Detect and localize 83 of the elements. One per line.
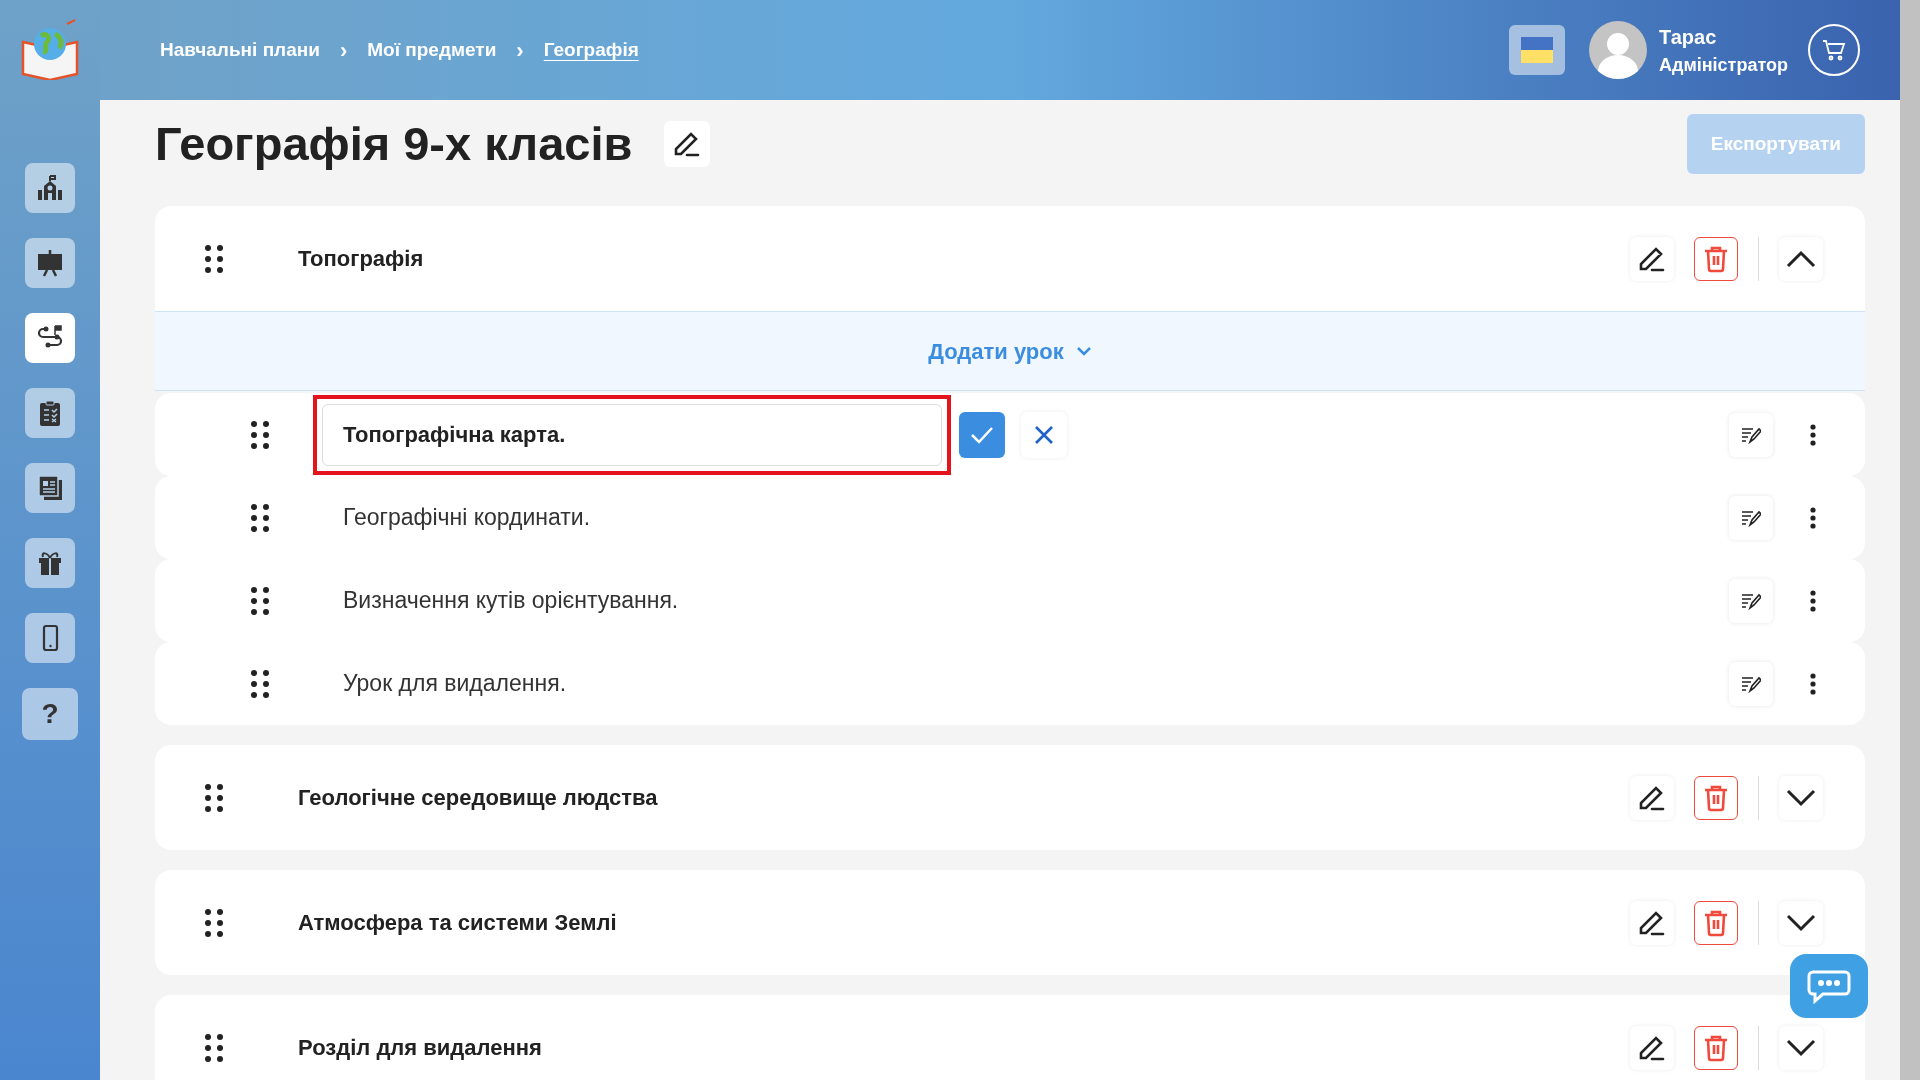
page-title: Географія 9-х класів — [155, 115, 633, 172]
trash-icon — [1703, 783, 1729, 812]
notes-pencil-icon — [1741, 425, 1761, 444]
breadcrumb-link[interactable]: Географія — [543, 35, 639, 65]
cart-icon — [1822, 39, 1846, 61]
globe-book-logo[interactable] — [19, 18, 81, 80]
lesson-title-field[interactable]: Топографічна карта. — [322, 403, 942, 466]
chevron-down-icon — [1786, 1038, 1816, 1057]
trash-icon — [1703, 908, 1729, 937]
edit-section-button[interactable] — [1630, 900, 1674, 945]
drag-handle-icon[interactable] — [205, 907, 223, 938]
sidebar-item[interactable]: ? — [22, 688, 78, 740]
notes-pencil-icon — [1741, 674, 1761, 693]
delete-section-button[interactable] — [1694, 1025, 1738, 1070]
drag-handle-icon[interactable] — [205, 1032, 223, 1063]
lesson-title: Визначення кутів орієнтування. — [343, 586, 679, 616]
sidebar-item[interactable] — [25, 163, 75, 213]
close-icon — [1034, 424, 1054, 445]
drag-handle-icon[interactable] — [251, 585, 269, 616]
drag-handle-icon[interactable] — [251, 668, 269, 699]
edit-notes-button[interactable] — [1729, 578, 1773, 623]
gift-icon — [36, 549, 64, 577]
chevron-down-icon — [1075, 346, 1092, 356]
lesson-title: Урок для видалення. — [343, 669, 567, 699]
avatar-icon[interactable] — [1589, 21, 1647, 79]
collapse-toggle-button[interactable] — [1779, 1025, 1823, 1070]
chevron-down-icon — [1786, 788, 1816, 807]
trash-icon — [1703, 244, 1729, 273]
more-icon — [1810, 423, 1816, 446]
cart-button[interactable] — [1808, 24, 1860, 76]
breadcrumb-separator: › — [516, 36, 524, 65]
edit-title-button[interactable] — [664, 121, 711, 167]
sidebar-item[interactable] — [25, 388, 75, 438]
checkmark-icon — [970, 425, 994, 444]
edit-notes-button[interactable] — [1729, 412, 1773, 457]
sidebar-item[interactable] — [25, 538, 75, 588]
notes-pencil-icon — [1741, 591, 1761, 610]
edit-section-button[interactable] — [1630, 236, 1674, 281]
collapse-toggle-button[interactable] — [1779, 775, 1823, 820]
breadcrumb-separator: › — [339, 36, 348, 65]
drag-handle-icon[interactable] — [205, 782, 223, 813]
more-icon — [1810, 589, 1816, 612]
chat-icon — [1807, 968, 1851, 1004]
collapse-toggle-button[interactable] — [1779, 236, 1823, 281]
edit-notes-button[interactable] — [1729, 661, 1773, 706]
ukraine-flag-icon — [1521, 37, 1553, 63]
edit-notes-button[interactable] — [1729, 495, 1773, 540]
trash-icon — [1703, 1033, 1729, 1062]
section-title: Розділ для видалення — [298, 1034, 542, 1062]
user-name: Тарас — [1659, 24, 1718, 50]
newspaper-icon — [36, 474, 64, 502]
confirm-button[interactable] — [959, 411, 1005, 458]
breadcrumb-link[interactable]: Навчальні плани — [160, 35, 320, 65]
chevron-down-icon — [1786, 913, 1816, 932]
presentation-board-icon — [36, 249, 64, 277]
section-title: Топографія — [298, 245, 424, 273]
add-lesson-button[interactable]: Додати урок — [928, 334, 1092, 368]
delete-section-button[interactable] — [1694, 900, 1738, 945]
chat-button[interactable] — [1790, 954, 1868, 1018]
sidebar-item[interactable] — [25, 463, 75, 513]
collapse-toggle-button[interactable] — [1779, 900, 1823, 945]
language-button[interactable] — [1509, 25, 1565, 75]
delete-section-button[interactable] — [1694, 775, 1738, 820]
delete-section-button[interactable] — [1694, 236, 1738, 281]
edit-section-button[interactable] — [1630, 775, 1674, 820]
section-title: Геологічне середовище людства — [298, 784, 658, 812]
school-icon — [36, 174, 64, 202]
edit-section-button[interactable] — [1630, 1025, 1674, 1070]
more-icon — [1810, 672, 1816, 695]
lesson-title: Географічні кординати. — [343, 503, 591, 533]
sidebar-item[interactable] — [25, 613, 75, 663]
section-title: Атмосфера та системи Землі — [298, 909, 617, 937]
drag-handle-icon[interactable] — [251, 502, 269, 533]
breadcrumb-link[interactable]: Мої предмети — [367, 35, 497, 65]
user-role: Адміністратор — [1659, 53, 1788, 77]
more-icon — [1810, 506, 1816, 529]
drag-handle-icon[interactable] — [251, 419, 269, 450]
notes-pencil-icon — [1741, 508, 1761, 527]
cancel-button[interactable] — [1021, 411, 1067, 458]
sidebar-item[interactable] — [25, 313, 75, 363]
chevron-up-icon — [1786, 249, 1816, 268]
sidebar-item[interactable] — [25, 238, 75, 288]
drag-handle-icon[interactable] — [205, 243, 223, 274]
